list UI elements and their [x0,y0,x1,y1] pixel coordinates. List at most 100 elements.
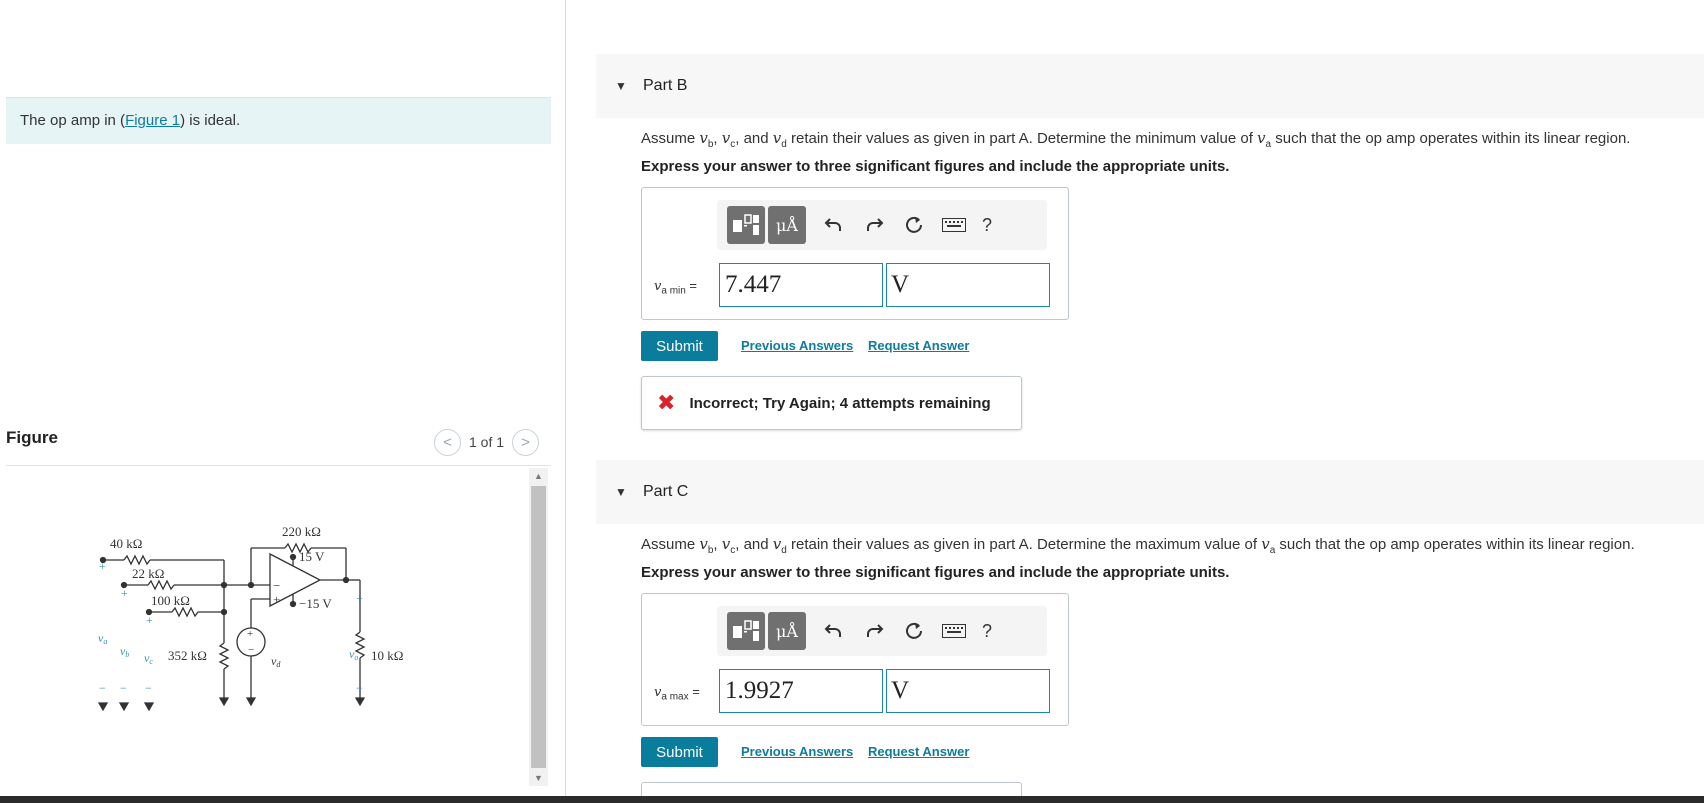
part-b-header[interactable]: ▼ Part B [596,54,1704,118]
part-b-request-answer-link[interactable]: Request Answer [868,338,969,353]
part-c-answer-box: μÅ ? va max = [641,593,1069,726]
pager-text: 1 of 1 [469,434,505,450]
undo-icon [824,624,841,637]
problem-intro: The op amp in (Figure 1) is ideal. [6,97,551,144]
caret-down-icon[interactable]: ▼ [613,484,629,500]
reset-button[interactable] [902,213,926,237]
resistor-100k [171,606,199,618]
part-b-feedback-text: Incorrect; Try Again; 4 attempts remaini… [689,394,991,412]
part-c-unit-input[interactable] [886,669,1050,713]
help-button[interactable]: ? [982,215,992,236]
caret-down-icon[interactable]: ▼ [613,78,629,94]
vc-label: vc [144,651,153,666]
keyboard-button[interactable] [942,213,966,237]
templates-button[interactable] [727,206,765,244]
part-c-title: Part C [643,483,689,500]
source-minus: − [248,644,254,656]
undo-button[interactable] [822,619,846,643]
pane-divider[interactable] [565,0,566,796]
left-pane: The op amp in (Figure 1) is ideal. Figur… [0,0,566,796]
source-plus: + [247,628,253,640]
opamp-minus: − [273,578,280,593]
va-minus: − [99,681,106,695]
help-button[interactable]: ? [982,621,992,642]
keyboard-icon [942,218,966,232]
part-b-submit-button[interactable]: Submit [641,331,718,361]
vo-minus: − [356,681,363,695]
vb-plus: + [121,586,128,600]
vo-plus: + [356,591,363,605]
rl-label: 10 kΩ [371,648,403,663]
units-icon: μÅ [776,621,798,641]
bottom-bar [0,796,1704,803]
part-c-header[interactable]: ▼ Part C [596,460,1704,524]
undo-icon [824,218,841,231]
templates-icon [733,620,759,641]
scroll-up-icon[interactable]: ▲ [529,468,548,484]
figure-heading: Figure [6,428,58,447]
vo-label: vo [349,647,358,662]
part-c-feedback [641,782,1022,796]
supply-positive-label: 15 V [299,549,325,564]
va-plus: + [99,559,106,573]
vb-minus: − [120,681,127,695]
incorrect-x-icon: ✖ [657,390,676,415]
part-b-value-input[interactable] [719,263,883,307]
opamp-plus: + [273,592,280,607]
part-c-value-input[interactable] [719,669,883,713]
units-button[interactable]: μÅ [768,206,806,244]
redo-button[interactable] [862,213,886,237]
part-c-instruction: Express your answer to three significant… [641,564,1230,581]
reset-icon [906,622,922,639]
part-b-unit-input[interactable] [886,263,1050,307]
part-b-feedback: ✖ Incorrect; Try Again; 4 attempts remai… [641,376,1022,430]
intro-suffix: ) is ideal. [180,112,241,129]
templates-icon [733,214,759,235]
part-b-variable-label: va min = [654,278,698,297]
part-b-toolbar: μÅ ? [717,200,1047,250]
supply-negative-label: −15 V [299,596,332,611]
figure-scrollbar[interactable]: ▲ ▼ [529,468,548,786]
resistor-352k [218,642,230,670]
chevron-right-icon: > [521,433,530,451]
templates-button[interactable] [727,612,765,650]
scroll-down-icon[interactable]: ▼ [529,770,548,786]
pager-prev-button[interactable]: < [434,428,461,456]
figure-1-link[interactable]: Figure 1 [125,112,180,129]
redo-icon [867,624,884,637]
keyboard-icon [942,624,966,638]
pager-next-button[interactable]: > [512,428,540,456]
r2-label: 22 kΩ [132,566,164,581]
r4-label: 352 kΩ [168,648,207,663]
va-label: va [98,631,107,646]
part-b-title: Part B [643,77,688,94]
scrollbar-thumb[interactable] [531,486,546,768]
keyboard-button[interactable] [942,619,966,643]
part-b-previous-answers-link[interactable]: Previous Answers [741,338,853,353]
part-c-previous-answers-link[interactable]: Previous Answers [741,744,853,759]
part-c-variable-label: va max = [654,684,700,703]
reset-button[interactable] [902,619,926,643]
vb-label: vb [120,644,129,659]
figure-pager: < 1 of 1 > [434,428,540,456]
units-button[interactable]: μÅ [768,612,806,650]
redo-button[interactable] [862,619,886,643]
chevron-left-icon: < [443,433,452,451]
part-c-request-answer-link[interactable]: Request Answer [868,744,969,759]
r3-label: 100 kΩ [151,593,190,608]
resistor-40k [123,554,151,566]
part-b-question: Assume vb, vc, and vd retain their value… [641,129,1631,150]
vd-label: vd [271,654,281,669]
vc-plus: + [146,613,153,627]
part-b-instruction: Express your answer to three significant… [641,158,1230,175]
intro-prefix: The op amp in ( [20,112,126,129]
reset-icon [906,216,922,233]
part-c-toolbar: μÅ ? [717,606,1047,656]
figure-divider [6,465,551,466]
part-c-question: Assume vb, vc, and vd retain their value… [641,535,1635,556]
vc-minus: − [145,681,152,695]
r1-label: 40 kΩ [110,536,142,551]
part-b-answer-box: μÅ ? va min = [641,187,1069,320]
undo-button[interactable] [822,213,846,237]
part-c-submit-button[interactable]: Submit [641,737,718,767]
